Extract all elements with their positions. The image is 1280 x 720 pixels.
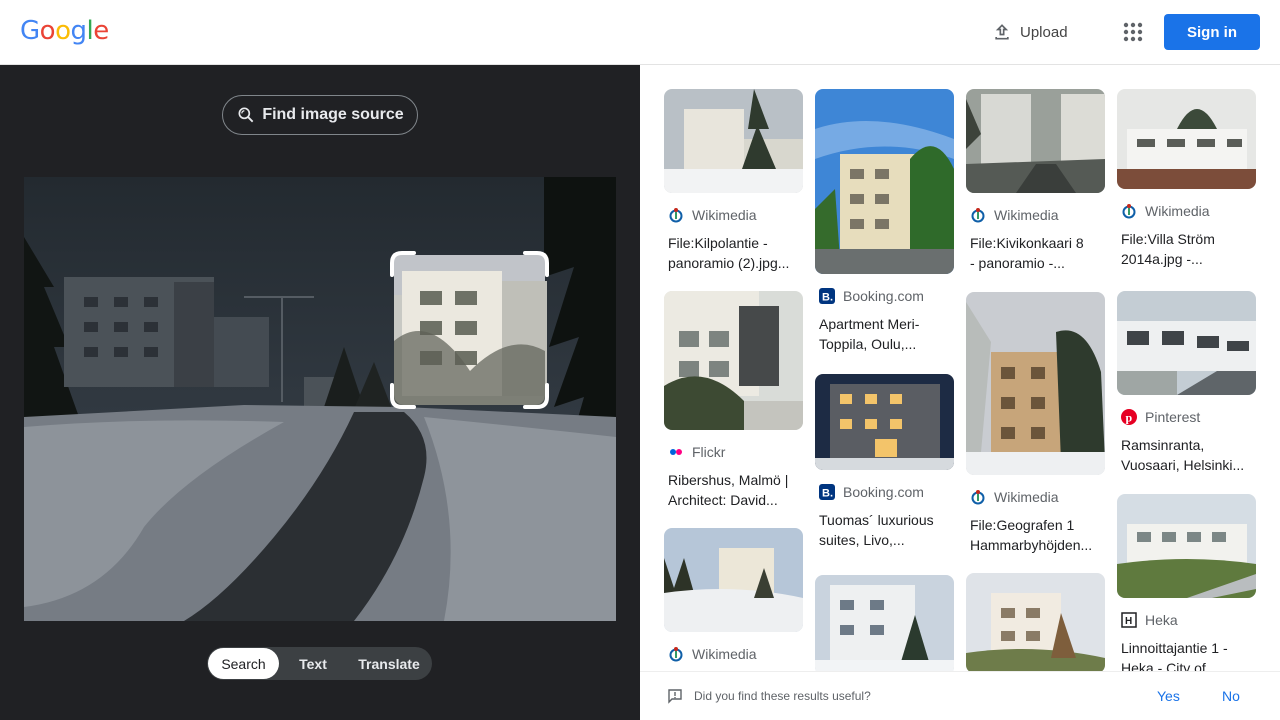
result-thumbnail[interactable] bbox=[1117, 291, 1256, 395]
tab-search[interactable]: Search bbox=[208, 648, 279, 679]
lens-search-icon bbox=[238, 107, 254, 123]
result-source: H Heka bbox=[1121, 612, 1256, 628]
pinterest-icon: p bbox=[1121, 409, 1137, 425]
result-thumbnail[interactable] bbox=[966, 89, 1105, 193]
result-thumbnail[interactable] bbox=[815, 575, 954, 671]
heka-icon: H bbox=[1121, 612, 1137, 628]
result-thumbnail[interactable] bbox=[815, 89, 954, 274]
tab-translate[interactable]: Translate bbox=[347, 648, 431, 679]
result-title[interactable]: Ribershus, Malmö | Architect: David... bbox=[668, 470, 799, 510]
result-card[interactable]: Flickr Ribershus, Malmö | Architect: Dav… bbox=[664, 291, 803, 510]
result-card[interactable]: Wikimedia File:Villa Ström 2014a.jpg -..… bbox=[1117, 89, 1256, 269]
tab-text[interactable]: Text bbox=[279, 648, 347, 679]
result-title[interactable]: File:Villa Ström 2014a.jpg -... bbox=[1121, 229, 1252, 269]
result-title[interactable]: Tuomas´ luxurious suites, Livo,... bbox=[819, 510, 950, 550]
result-thumbnail[interactable] bbox=[664, 528, 803, 632]
lens-mode-switch: Search Text Translate bbox=[207, 647, 432, 680]
result-title[interactable]: File:Geografen 1 Hammarbyhöjden... bbox=[970, 515, 1101, 555]
result-card[interactable]: Wikimedia bbox=[664, 528, 803, 662]
result-source: B. Booking.com bbox=[819, 484, 954, 500]
result-card[interactable]: H Heka Linnoittajantie 1 - Heka - City o… bbox=[1117, 494, 1256, 671]
svg-text:H: H bbox=[1125, 616, 1132, 627]
result-source: p Pinterest bbox=[1121, 409, 1256, 425]
wikimedia-icon bbox=[669, 647, 683, 662]
svg-text:p: p bbox=[1126, 411, 1133, 425]
result-card[interactable] bbox=[815, 575, 954, 671]
result-source: Wikimedia bbox=[970, 489, 1105, 505]
result-source: Wikimedia bbox=[668, 207, 803, 223]
result-source: Wikimedia bbox=[970, 207, 1105, 223]
upload-label: Upload bbox=[1020, 23, 1068, 41]
top-bar: Google Upload Sign in bbox=[0, 0, 1280, 65]
result-card[interactable] bbox=[966, 573, 1105, 671]
booking-icon: B. bbox=[819, 484, 835, 500]
result-title[interactable]: Ramsinranta, Vuosaari, Helsinki... bbox=[1121, 435, 1252, 475]
result-thumbnail[interactable] bbox=[966, 573, 1105, 671]
svg-text:B.: B. bbox=[822, 488, 833, 500]
result-thumbnail[interactable] bbox=[1117, 494, 1256, 598]
apps-grid-icon[interactable] bbox=[1121, 20, 1145, 44]
sign-in-button[interactable]: Sign in bbox=[1164, 14, 1260, 50]
find-image-source-label: Find image source bbox=[262, 106, 404, 123]
result-source: Wikimedia bbox=[668, 646, 803, 662]
feedback-icon bbox=[668, 689, 682, 704]
upload-icon bbox=[995, 24, 1009, 40]
flickr-icon bbox=[670, 449, 682, 455]
result-source: Flickr bbox=[668, 444, 803, 460]
google-logo[interactable]: Google bbox=[20, 16, 109, 46]
result-thumbnail[interactable] bbox=[966, 292, 1105, 475]
crop-region-selector[interactable] bbox=[390, 251, 549, 409]
feedback-no-button[interactable]: No bbox=[1222, 688, 1240, 704]
result-title[interactable]: File:Kivikonkaari 8 - panoramio -... bbox=[970, 233, 1101, 273]
visual-matches-panel: Wikimedia File:Kilpolantie - panoramio (… bbox=[640, 65, 1280, 671]
result-card[interactable]: B. Booking.com Tuomas´ luxurious suites,… bbox=[815, 374, 954, 550]
result-card[interactable]: Wikimedia File:Geografen 1 Hammarbyhöjde… bbox=[966, 292, 1105, 555]
booking-icon: B. bbox=[819, 288, 835, 304]
result-card[interactable]: p Pinterest Ramsinranta, Vuosaari, Helsi… bbox=[1117, 291, 1256, 475]
result-thumbnail[interactable] bbox=[1117, 89, 1256, 189]
wikimedia-icon bbox=[971, 490, 985, 505]
result-title[interactable]: Apartment Meri- Toppila, Oulu,... bbox=[819, 314, 950, 354]
wikimedia-icon bbox=[669, 208, 683, 223]
result-title[interactable]: File:Kilpolantie - panoramio (2).jpg... bbox=[668, 233, 799, 273]
find-image-source-button[interactable]: Find image source bbox=[222, 95, 418, 135]
result-source: Wikimedia bbox=[1121, 203, 1256, 219]
feedback-yes-button[interactable]: Yes bbox=[1157, 688, 1180, 704]
result-thumbnail[interactable] bbox=[664, 89, 803, 193]
wikimedia-icon bbox=[1122, 204, 1136, 219]
result-thumbnail[interactable] bbox=[815, 374, 954, 470]
result-source: B. Booking.com bbox=[819, 288, 954, 304]
result-card[interactable]: B. Booking.com Apartment Meri- Toppila, … bbox=[815, 89, 954, 354]
wikimedia-icon bbox=[971, 208, 985, 223]
feedback-question: Did you find these results useful? bbox=[694, 689, 871, 703]
lens-image-panel: Find image source Search Text Translate bbox=[0, 65, 640, 720]
svg-text:B.: B. bbox=[822, 292, 833, 304]
result-thumbnail[interactable] bbox=[664, 291, 803, 430]
result-card[interactable]: Wikimedia File:Kilpolantie - panoramio (… bbox=[664, 89, 803, 273]
feedback-bar: Did you find these results useful? Yes N… bbox=[640, 671, 1280, 720]
result-card[interactable]: Wikimedia File:Kivikonkaari 8 - panorami… bbox=[966, 89, 1105, 273]
result-title[interactable]: Linnoittajantie 1 - Heka - City of... bbox=[1121, 638, 1252, 671]
upload-button[interactable]: Upload bbox=[992, 20, 1068, 44]
